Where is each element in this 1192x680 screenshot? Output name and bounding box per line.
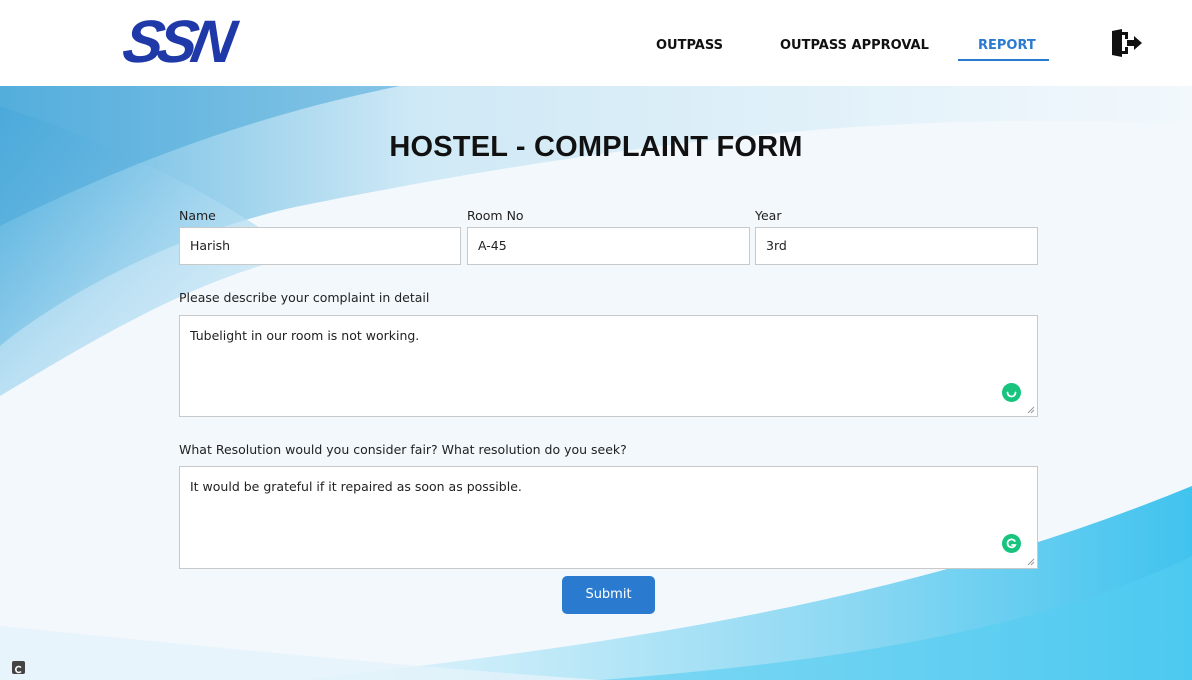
complaint-textarea[interactable]: Tubelight in our room is not working. <box>179 315 1038 417</box>
year-label: Year <box>755 208 782 223</box>
resolution-text: It would be grateful if it repaired as s… <box>190 479 522 494</box>
room-label: Room No <box>467 208 524 223</box>
year-field[interactable]: 3rd <box>755 227 1038 265</box>
complaint-label: Please describe your complaint in detail <box>179 290 430 305</box>
ssn-logo[interactable]: SSN <box>118 8 241 75</box>
resolution-textarea[interactable]: It would be grateful if it repaired as s… <box>179 466 1038 569</box>
nav-report[interactable]: REPORT <box>978 36 1036 56</box>
resize-grip-icon[interactable] <box>1027 406 1035 414</box>
name-field[interactable]: Harish <box>179 227 461 265</box>
submit-button[interactable]: Submit <box>562 576 655 614</box>
complaint-text: Tubelight in our room is not working. <box>190 328 420 343</box>
page: SSN OUTPASS OUTPASS APPROVAL REPORT HOST… <box>0 0 1192 680</box>
grammarly-icon[interactable] <box>1002 534 1021 553</box>
extension-icon[interactable] <box>12 661 25 674</box>
resolution-label: What Resolution would you consider fair?… <box>179 442 627 457</box>
grammarly-icon[interactable] <box>1002 383 1021 402</box>
resize-grip-icon[interactable] <box>1027 558 1035 566</box>
page-title: HOSTEL - COMPLAINT FORM <box>389 131 803 163</box>
name-label: Name <box>179 208 216 223</box>
room-no-field[interactable]: A-45 <box>467 227 750 265</box>
top-nav-bar: SSN OUTPASS OUTPASS APPROVAL REPORT <box>0 0 1192 86</box>
active-nav-underline <box>958 59 1049 61</box>
nav-outpass[interactable]: OUTPASS <box>656 36 723 56</box>
nav-outpass-approval[interactable]: OUTPASS APPROVAL <box>780 36 929 56</box>
logout-door-icon[interactable] <box>1110 29 1144 57</box>
